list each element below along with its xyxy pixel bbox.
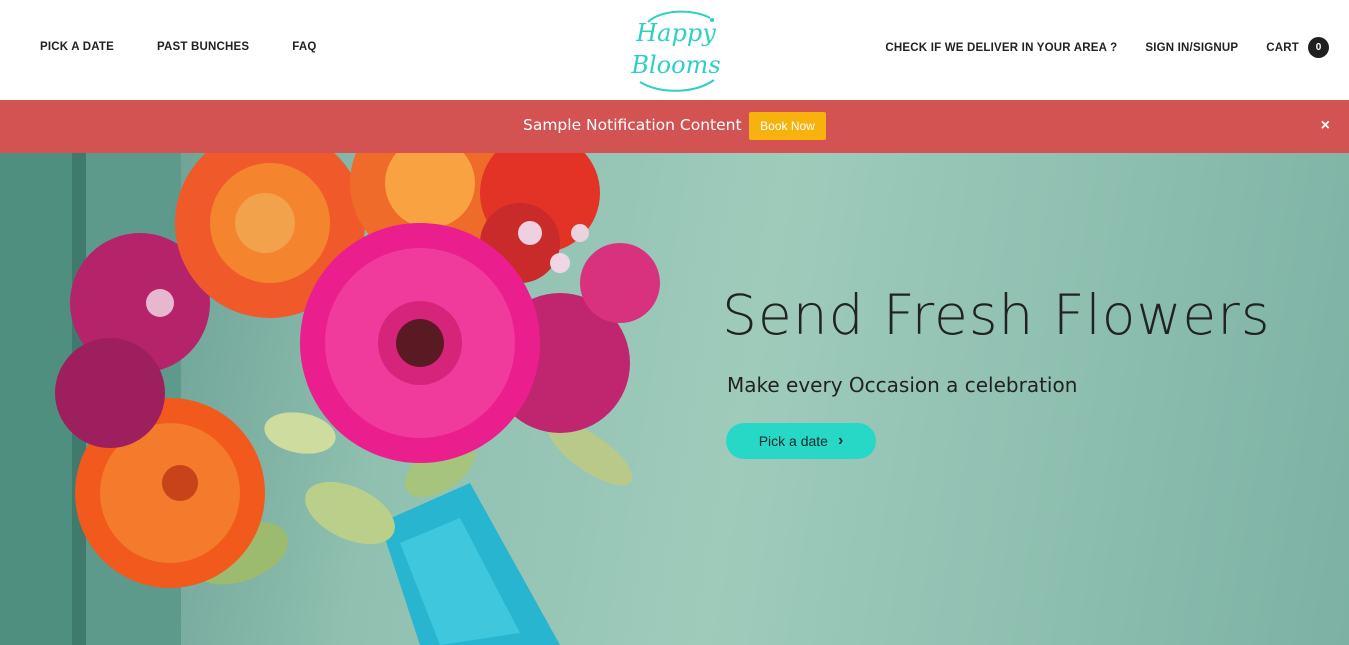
nav-past-bunches[interactable]: PAST BUNCHES: [157, 41, 249, 53]
logo-text-happy: Happy: [635, 19, 716, 47]
notification-text: Sample Notification Content: [523, 116, 742, 134]
hero-title: Send Fresh Flowers: [722, 283, 1271, 347]
nav-right: CHECK IF WE DELIVER IN YOUR AREA ? SIGN …: [857, 37, 1329, 58]
cart-button[interactable]: CART 0: [1266, 37, 1329, 58]
pick-a-date-label: Pick a date: [758, 433, 828, 449]
pick-a-date-button[interactable]: Pick a date ›: [726, 423, 876, 459]
hero-banner: Send Fresh Flowers Make every Occasion a…: [0, 153, 1349, 645]
nav-sign-in-signup[interactable]: SIGN IN/SIGNUP: [1145, 42, 1238, 54]
nav-pick-a-date[interactable]: PICK A DATE: [40, 41, 114, 53]
nav-left: PICK A DATE PAST BUNCHES FAQ: [40, 41, 360, 53]
nav-check-delivery[interactable]: CHECK IF WE DELIVER IN YOUR AREA ?: [885, 42, 1117, 54]
chevron-right-icon: ›: [837, 432, 844, 449]
cart-label: CART: [1266, 41, 1299, 54]
hero-subtitle: Make every Occasion a celebration: [727, 373, 1078, 397]
close-icon[interactable]: ×: [1321, 117, 1330, 135]
notification-bar: Sample Notification Content Book Now ×: [0, 100, 1349, 153]
book-now-button[interactable]: Book Now: [749, 112, 826, 140]
nav-faq[interactable]: FAQ: [292, 41, 316, 53]
site-header: PICK A DATE PAST BUNCHES FAQ Happy Bloom…: [0, 0, 1349, 100]
logo-text-blooms: Blooms: [630, 51, 720, 79]
flower-bouquet-image: [0, 153, 660, 645]
happy-blooms-logo[interactable]: Happy Blooms: [630, 8, 722, 92]
cart-count-badge: 0: [1308, 37, 1329, 58]
